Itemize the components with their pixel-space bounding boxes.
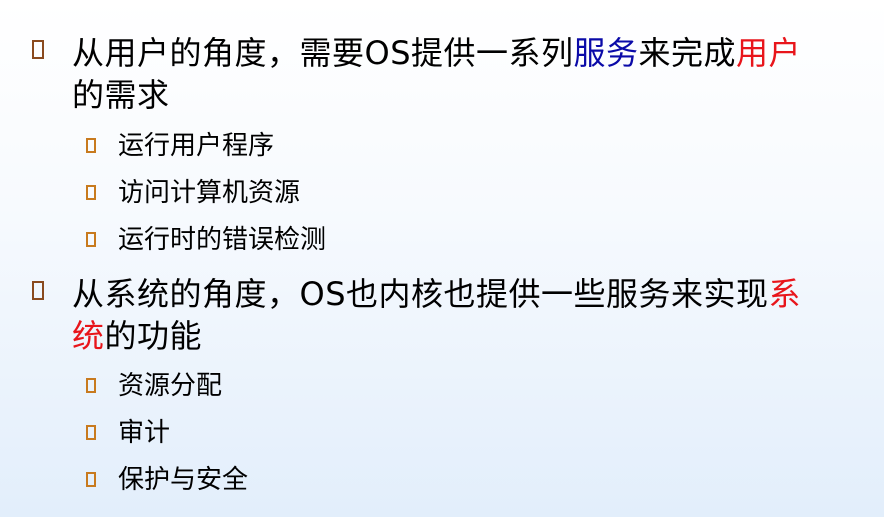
slide: 从用户的角度，需要OS提供一系列服务来完成用户的需求 运行用户程序 访问计算机资… [0,0,884,517]
sub-bullet-item: 访问计算机资源 [86,173,786,213]
text-segment: 从系统的角度，OS也内核也提供一些服务来实现 [72,275,769,313]
square-bullet-icon [86,185,96,200]
sub-bullet-text: 资源分配 [118,371,223,401]
square-bullet-icon [86,472,96,487]
bullet-text: 从用户的角度，需要OS提供一系列服务来完成用户的需求 [72,32,832,116]
sub-bullet-text: 审计 [118,418,171,448]
bullet-point-system-view: 从系统的角度，OS也内核也提供一些服务来实现系统的功能 [32,273,832,357]
square-bullet-icon [86,138,96,153]
square-bullet-icon [86,378,96,393]
highlight-user: 用户 [736,34,802,72]
square-bullet-icon [86,232,96,247]
sub-bullet-text: 保护与安全 [118,465,249,495]
text-segment: 从用户的角度，需要OS提供一系列 [72,34,574,72]
sub-bullet-item: 资源分配 [86,366,786,406]
sub-bullet-item: 运行用户程序 [86,126,786,166]
sub-bullet-item: 审计 [86,413,786,453]
bullet-point-user-view: 从用户的角度，需要OS提供一系列服务来完成用户的需求 [32,32,832,116]
text-segment: 来完成 [638,34,737,72]
sub-bullet-text: 运行用户程序 [118,131,275,161]
square-bullet-icon [86,425,96,440]
bullet-text: 从系统的角度，OS也内核也提供一些服务来实现系统的功能 [72,273,832,357]
highlight-services: 服务 [573,34,639,72]
square-bullet-icon [32,281,44,300]
text-segment: 的功能 [104,317,203,355]
sub-bullet-text: 访问计算机资源 [118,178,301,208]
text-segment: 的需求 [72,76,170,114]
sub-bullet-item: 运行时的错误检测 [86,220,786,260]
square-bullet-icon [32,40,44,59]
sub-bullet-item: 保护与安全 [86,460,786,500]
sub-bullet-text: 运行时的错误检测 [118,225,327,255]
